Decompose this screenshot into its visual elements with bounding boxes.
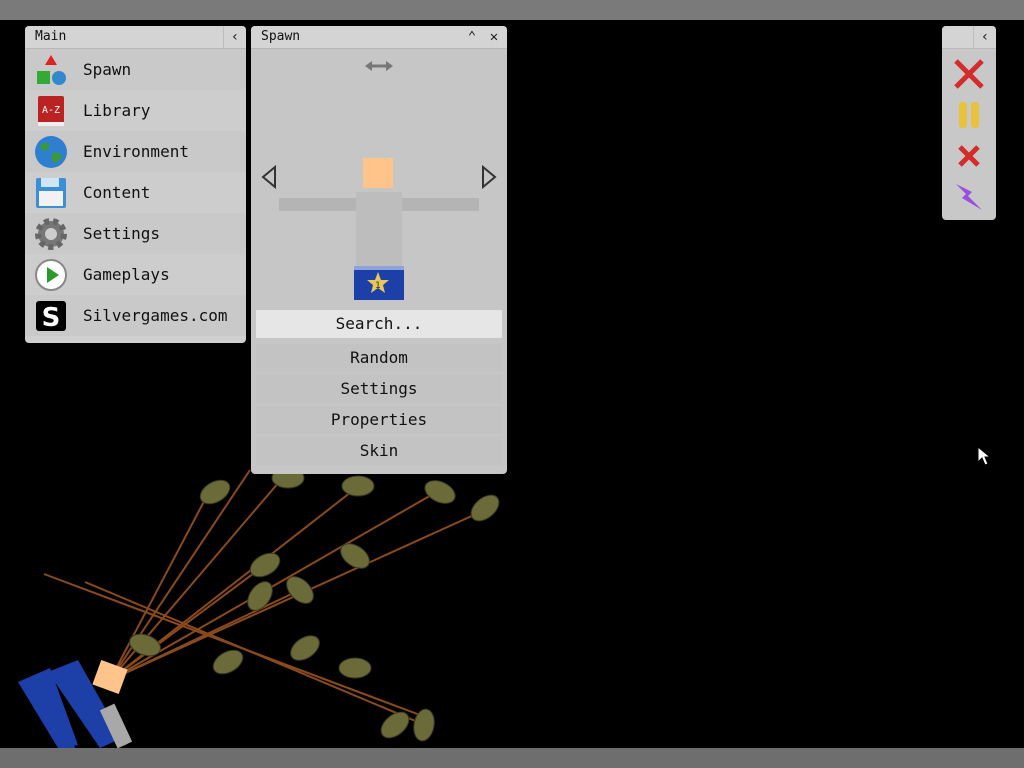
spawn-panel-title: Spawn ⌃ ✕	[251, 26, 507, 49]
spawn-panel-title-text: Spawn	[261, 29, 301, 44]
gear-icon	[35, 218, 67, 250]
menu-item-silvergames[interactable]: S Silvergames.com	[25, 295, 246, 336]
bomb-objects[interactable]	[127, 467, 504, 743]
main-menu-panel: Main ‹ Spawn A-Z Library Environment Con…	[25, 26, 246, 343]
skin-button[interactable]: Skin	[256, 437, 502, 465]
menu-item-label: Environment	[83, 142, 189, 161]
bomb	[338, 657, 372, 679]
silvergames-logo-icon: S	[36, 301, 66, 333]
bomb	[247, 581, 273, 611]
shapes-icon	[37, 55, 66, 85]
spawn-panel: Spawn ⌃ ✕ 1 Search... Random Settings Pr…	[251, 26, 507, 474]
close-icon[interactable]: ✕	[483, 26, 505, 48]
random-button[interactable]: Random	[256, 344, 502, 372]
bomb	[424, 480, 456, 504]
bomb	[212, 649, 244, 675]
menu-item-label: Library	[83, 101, 151, 120]
main-menu-list: Spawn A-Z Library Environment Content Se…	[25, 49, 246, 336]
ragdoll-figure[interactable]	[18, 659, 133, 749]
menu-item-label: Gameplays	[83, 265, 170, 284]
menu-item-content[interactable]: Content	[25, 172, 246, 213]
bomb	[470, 494, 500, 522]
spawn-settings-button[interactable]: Settings	[256, 375, 502, 403]
tool-panel: ‹	[942, 26, 996, 220]
remove-icon[interactable]	[952, 139, 986, 173]
menu-item-label: Settings	[83, 224, 161, 243]
lightning-icon[interactable]	[952, 180, 986, 214]
previous-arrow-icon[interactable]	[259, 164, 279, 190]
next-arrow-icon[interactable]	[479, 164, 499, 190]
pause-icon[interactable]	[952, 98, 986, 132]
book-icon: A-Z	[38, 96, 64, 126]
globe-icon	[35, 136, 67, 168]
properties-button[interactable]: Properties	[256, 406, 502, 434]
bomb	[341, 475, 375, 497]
delete-all-icon[interactable]	[952, 57, 986, 91]
collapse-left-icon[interactable]: ‹	[973, 26, 996, 48]
bottom-bar	[0, 748, 1024, 768]
floppy-disk-icon	[36, 178, 66, 208]
main-panel-title: Main ‹	[25, 26, 246, 49]
preview-badge-text: 1	[375, 281, 381, 291]
menu-item-settings[interactable]: Settings	[25, 213, 246, 254]
menu-item-spawn[interactable]: Spawn	[25, 49, 246, 90]
book-icon-text: A-Z	[42, 105, 60, 116]
menu-item-label: Content	[83, 183, 151, 202]
menu-item-gameplays[interactable]: Gameplays	[25, 254, 246, 295]
collapse-left-icon[interactable]: ‹	[223, 26, 246, 48]
resize-arrows-icon[interactable]	[364, 58, 394, 74]
menu-item-library[interactable]: A-Z Library	[25, 90, 246, 131]
menu-item-label: Spawn	[83, 60, 132, 79]
play-icon	[35, 259, 67, 291]
menu-item-label: Silvergames.com	[83, 306, 228, 325]
search-button[interactable]: Search...	[256, 310, 502, 338]
menu-item-environment[interactable]: Environment	[25, 131, 246, 172]
tool-panel-title: ‹	[942, 26, 996, 49]
ragdoll-preview[interactable]: 1	[277, 156, 481, 302]
bomb	[249, 552, 281, 578]
bomb	[290, 635, 320, 661]
chevron-up-icon[interactable]: ⌃	[461, 26, 483, 48]
logo-letter: S	[42, 303, 61, 333]
mouse-cursor-icon	[977, 445, 992, 466]
main-panel-title-text: Main	[35, 29, 67, 44]
